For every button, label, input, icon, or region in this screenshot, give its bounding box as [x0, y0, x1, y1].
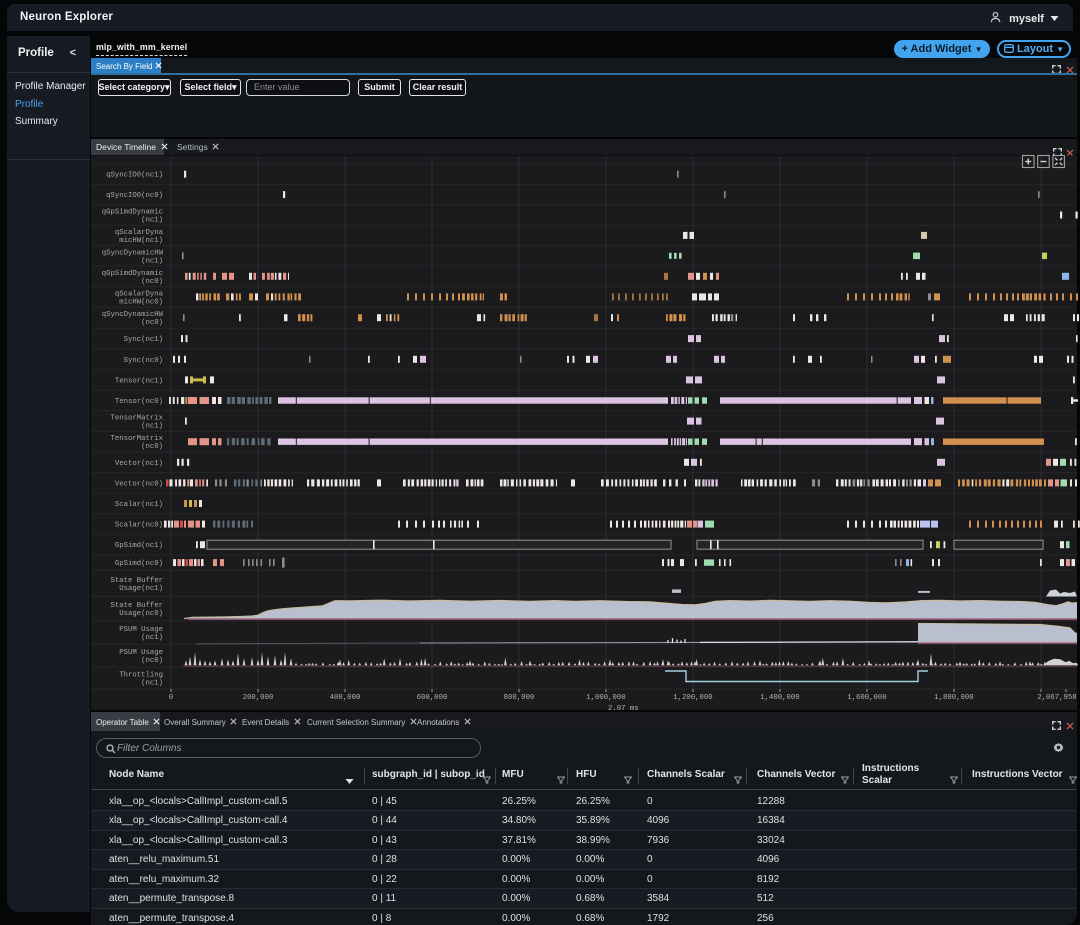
svg-text:GpSimd(nc0): GpSimd(nc0) [115, 560, 163, 568]
svg-text:(nc1): (nc1) [141, 680, 163, 688]
svg-text:2.07 ms: 2.07 ms [608, 705, 639, 710]
svg-text:qSyncDynamicHW: qSyncDynamicHW [102, 311, 164, 319]
svg-text:0: 0 [169, 694, 173, 702]
svg-text:(nc1): (nc1) [141, 257, 163, 265]
svg-text:(nc1): (nc1) [141, 634, 163, 642]
svg-text:(nc0): (nc0) [141, 443, 163, 451]
svg-text:Sync(nc1): Sync(nc1) [124, 336, 163, 344]
svg-text:qScalarDyna: qScalarDyna [115, 229, 164, 237]
svg-text:Vector(nc1): Vector(nc1) [115, 460, 163, 468]
svg-text:400,000: 400,000 [330, 694, 361, 702]
svg-text:State Buffer: State Buffer [110, 577, 163, 585]
svg-text:200,000: 200,000 [243, 694, 274, 702]
svg-text:TensorMatrix: TensorMatrix [110, 435, 163, 443]
svg-text:1,200,000: 1,200,000 [673, 694, 712, 702]
svg-text:1,000,000: 1,000,000 [586, 694, 625, 702]
svg-text:Tensor(nc1): Tensor(nc1) [115, 377, 163, 385]
svg-text:(nc1): (nc1) [141, 217, 163, 225]
svg-text:TensorMatrix: TensorMatrix [110, 415, 163, 423]
svg-text:qScalarDyna: qScalarDyna [115, 290, 164, 298]
svg-text:Sync(nc0): Sync(nc0) [124, 357, 163, 365]
svg-text:PSUM Usage: PSUM Usage [119, 626, 163, 634]
svg-text:(nc0): (nc0) [141, 657, 163, 665]
svg-text:1,800,000: 1,800,000 [934, 694, 973, 702]
svg-text:Scalar(nc0): Scalar(nc0) [115, 522, 163, 530]
svg-text:Throttling: Throttling [119, 672, 163, 680]
svg-text:600,000: 600,000 [417, 694, 448, 702]
svg-text:1,400,000: 1,400,000 [760, 694, 799, 702]
svg-text:GpSimd(nc1): GpSimd(nc1) [115, 542, 163, 550]
svg-text:qSyncDynamicHW: qSyncDynamicHW [102, 249, 164, 257]
svg-text:2,067,958: 2,067,958 [1037, 694, 1076, 702]
svg-text:1,600,000: 1,600,000 [847, 694, 886, 702]
svg-text:micHW(nc1): micHW(nc1) [119, 237, 163, 245]
svg-text:Vector(nc0): Vector(nc0) [115, 480, 163, 488]
svg-text:qGpSimdDynamic: qGpSimdDynamic [102, 209, 163, 217]
svg-text:800,000: 800,000 [504, 694, 535, 702]
svg-text:qGpSimdDynamic: qGpSimdDynamic [102, 270, 163, 278]
svg-text:Usage(nc1): Usage(nc1) [119, 585, 163, 593]
svg-text:State Buffer: State Buffer [110, 602, 163, 610]
svg-text:qSyncIO0(nc0): qSyncIO0(nc0) [106, 192, 163, 200]
svg-text:micHW(nc0): micHW(nc0) [119, 298, 163, 306]
svg-text:(nc1): (nc1) [141, 423, 163, 431]
svg-text:qSyncIO0(nc1): qSyncIO0(nc1) [106, 172, 163, 180]
svg-text:Scalar(nc1): Scalar(nc1) [115, 501, 163, 509]
svg-text:(nc0): (nc0) [141, 319, 163, 327]
svg-text:Tensor(nc0): Tensor(nc0) [115, 398, 163, 406]
svg-text:(nc0): (nc0) [141, 278, 163, 286]
svg-text:Usage(nc0): Usage(nc0) [119, 610, 163, 618]
svg-text:PSUM Usage: PSUM Usage [119, 649, 163, 657]
